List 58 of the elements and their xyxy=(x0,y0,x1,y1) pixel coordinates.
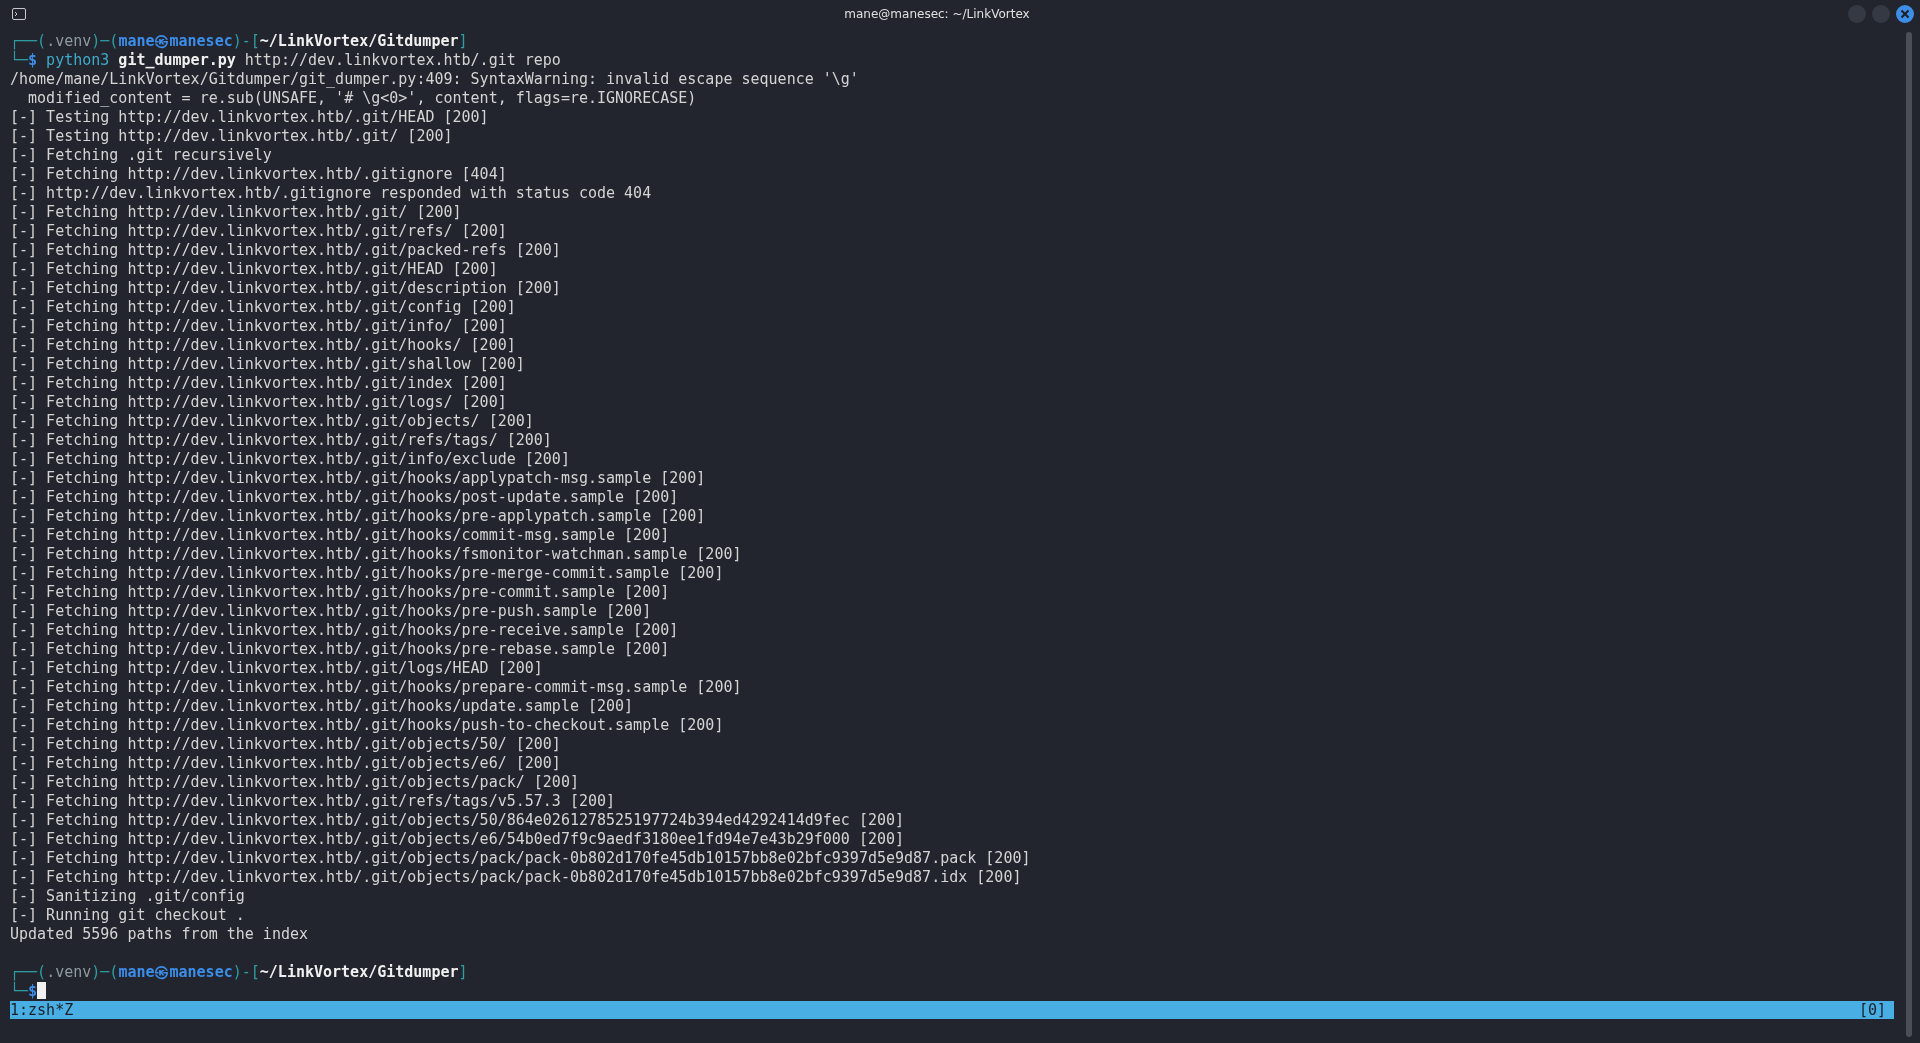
output-line: [-] Fetching http://dev.linkvortex.htb/.git/objects/pack/pack-0b802d170fe45db10157bb8e02bfc9397d5e9d87.idx [200] xyxy=(10,868,1023,887)
output-line: [-] Fetching http://dev.linkvortex.htb/.git/refs/tags/ [200] xyxy=(10,431,553,450)
output-line: [-] Fetching http://dev.linkvortex.htb/.git/objects/e6/ [200] xyxy=(10,754,562,773)
scrollbar[interactable] xyxy=(1906,32,1912,1037)
close-button[interactable] xyxy=(1896,5,1914,23)
output-line: modified_content = re.sub(UNSAFE, '# \g<0>', content, flags=re.IGNORECASE) xyxy=(27,89,698,108)
output-line: [-] Fetching http://dev.linkvortex.htb/.git/hooks/pre-receive.sample [200] xyxy=(10,621,680,640)
output-line: [-] Fetching http://dev.linkvortex.htb/.git/hooks/fsmonitor-watchman.sample [200] xyxy=(10,545,743,564)
output-line: [-] Fetching http://dev.linkvortex.htb/.git/hooks/pre-push.sample [200] xyxy=(10,602,653,621)
output-line: [-] Fetching http://dev.linkvortex.htb/.git/logs/HEAD [200] xyxy=(10,659,544,678)
output-line: [-] Fetching http://dev.linkvortex.htb/.git/ [200] xyxy=(10,203,463,222)
output-line: [-] Testing http://dev.linkvortex.htb/.git/ [200] xyxy=(10,127,454,146)
prompt-line: ┌──(.venv)─(mane㉿manesec)-[~/LinkVortex/Gitdumper] xyxy=(10,32,469,51)
output-line: [-] Fetching http://dev.linkvortex.htb/.git/hooks/push-to-checkout.sample [200] xyxy=(10,716,725,735)
output-line: [-] Fetching http://dev.linkvortex.htb/.git/objects/pack/ [200] xyxy=(10,773,580,792)
window-list: 1:zsh*Z xyxy=(10,1001,74,1019)
output-line: [-] Fetching http://dev.linkvortex.htb/.git/refs/ [200] xyxy=(10,222,508,241)
output-line: [-] Fetching http://dev.linkvortex.htb/.git/hooks/pre-applypatch.sample [200] xyxy=(10,507,707,526)
prompt-line: └─$ python3 git_dumper.py http://dev.linkvortex.htb/.git repo xyxy=(10,51,562,70)
output-line: [-] Fetching http://dev.linkvortex.htb/.git/hooks/pre-commit.sample [200] xyxy=(10,583,671,602)
output-line: [-] Fetching http://dev.linkvortex.htb/.git/logs/ [200] xyxy=(10,393,508,412)
prompt-line: ┌──(.venv)─(mane㉿manesec)-[~/LinkVortex/Gitdumper] xyxy=(10,963,469,982)
output-line: [-] Fetching http://dev.linkvortex.htb/.git/hooks/update.sample [200] xyxy=(10,697,635,716)
output-line: [-] Fetching http://dev.linkvortex.htb/.git/hooks/applypatch-msg.sample [200] xyxy=(10,469,707,488)
output-line: [-] Fetching http://dev.linkvortex.htb/.git/objects/50/ [200] xyxy=(10,735,562,754)
output-line: [-] Fetching http://dev.linkvortex.htb/.git/objects/50/864e0261278525197724b394ed4292414d9fec [200] xyxy=(10,811,906,830)
output-line: [-] Fetching http://dev.linkvortex.htb/.git/hooks/post-update.sample [200] xyxy=(10,488,680,507)
output-line: [-] Fetching http://dev.linkvortex.htb/.git/objects/ [200] xyxy=(10,412,535,431)
output-line: [-] Fetching http://dev.linkvortex.htb/.git/packed-refs [200] xyxy=(10,241,562,260)
output-line: [-] Sanitizing .git/config xyxy=(10,887,246,906)
output-line: [-] Fetching http://dev.linkvortex.htb/.git/hooks/pre-merge-commit.sample [200] xyxy=(10,564,725,583)
output-line: [-] http://dev.linkvortex.htb/.gitignore responded with status code 404 xyxy=(10,184,653,203)
output-line: [-] Fetching http://dev.linkvortex.htb/.git/config [200] xyxy=(10,298,517,317)
terminal-icon xyxy=(12,8,26,20)
minimize-button[interactable] xyxy=(1848,5,1866,23)
output-line: [-] Fetching http://dev.linkvortex.htb/.git/refs/tags/v5.57.3 [200] xyxy=(10,792,617,811)
pane-index: [0] xyxy=(1858,1001,1886,1019)
output-line: [-] Testing http://dev.linkvortex.htb/.git/HEAD [200] xyxy=(10,108,490,127)
output-line: [-] Fetching http://dev.linkvortex.htb/.git/hooks/prepare-commit-msg.sample [200] xyxy=(10,678,743,697)
output-line: [-] Fetching http://dev.linkvortex.htb/.git/hooks/pre-rebase.sample [200] xyxy=(10,640,671,659)
output-line: [-] Fetching http://dev.linkvortex.htb/.git/index [200] xyxy=(10,374,508,393)
output-line: [-] Running git checkout . xyxy=(10,906,246,925)
output-line: [-] Fetching http://dev.linkvortex.htb/.git/shallow [200] xyxy=(10,355,526,374)
output-line: [-] Fetching http://dev.linkvortex.htb/.git/objects/e6/54b0ed7f9c9aedf3180ee1fd94e7e43b29f000 [200] xyxy=(10,830,906,849)
output-line: [-] Fetching http://dev.linkvortex.htb/.git/info/ [200] xyxy=(10,317,508,336)
output-line: /home/mane/LinkVortex/Gitdumper/git_dumper.py:409: SyntaxWarning: invalid escape sequence '\g' xyxy=(10,70,860,89)
prompt-line: └─$ xyxy=(10,982,1902,1001)
maximize-button[interactable] xyxy=(1872,5,1890,23)
output-line: [-] Fetching http://dev.linkvortex.htb/.git/description [200] xyxy=(10,279,562,298)
output-line: [-] Fetching http://dev.linkvortex.htb/.git/hooks/commit-msg.sample [200] xyxy=(10,526,671,545)
output-line: [-] Fetching http://dev.linkvortex.htb/.git/hooks/ [200] xyxy=(10,336,517,355)
output-line: Updated 5596 paths from the index xyxy=(10,925,309,944)
window-title: mane@manesec: ~/LinkVortex xyxy=(843,7,1031,21)
output-line: [-] Fetching http://dev.linkvortex.htb/.git/objects/pack/pack-0b802d170fe45db10157bb8e02bfc9397d5e9d87.pack [200] xyxy=(10,849,1032,868)
output-line: [-] Fetching .git recursively xyxy=(10,146,273,165)
output-line: [-] Fetching http://dev.linkvortex.htb/.gitignore [404] xyxy=(10,165,508,184)
output-line: [-] Fetching http://dev.linkvortex.htb/.git/HEAD [200] xyxy=(10,260,499,279)
output-line: [-] Fetching http://dev.linkvortex.htb/.git/info/exclude [200] xyxy=(10,450,571,469)
